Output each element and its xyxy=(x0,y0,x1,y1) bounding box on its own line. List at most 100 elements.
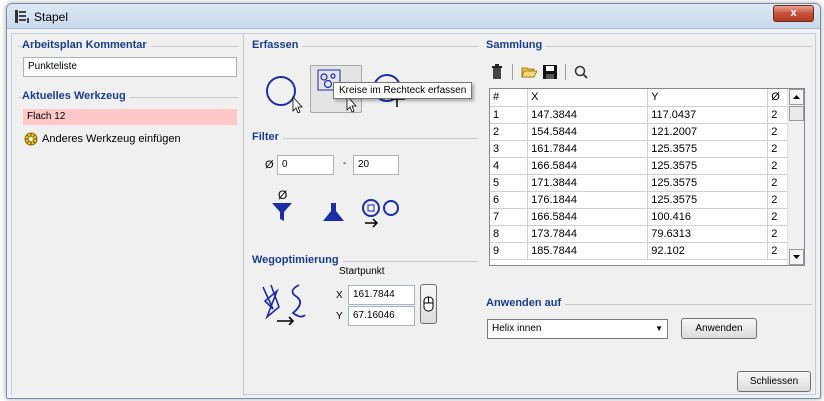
table-scrollbar[interactable] xyxy=(787,89,804,265)
tooltip: Kreise im Rechteck erfassen xyxy=(333,82,473,99)
cell-y[interactable]: 125.3575 xyxy=(647,191,769,209)
points-grid: # X Y Ø 1 147.3844 117.0437 2 2 154.5844 121.… xyxy=(490,89,804,260)
mouse-icon xyxy=(423,296,434,312)
column-header-x[interactable]: X xyxy=(527,89,649,107)
startpunkt-x-input[interactable]: 161.7844 xyxy=(348,285,415,305)
chevron-down-icon: ▼ xyxy=(655,324,663,333)
table-row[interactable]: 2 154.5844 121.2007 2 xyxy=(490,123,804,141)
capture-circle-button[interactable] xyxy=(261,66,305,114)
cell-x[interactable]: 176.1844 xyxy=(527,191,649,209)
range-separator: - xyxy=(343,158,347,169)
cell-y[interactable]: 117.0437 xyxy=(647,106,769,124)
apply-button[interactable]: Anwenden xyxy=(681,318,757,339)
circles-arrow-icon xyxy=(362,199,399,228)
current-tool-field[interactable]: Flach 12 xyxy=(23,109,237,125)
table-row[interactable]: 5 171.3844 125.3575 2 xyxy=(490,174,804,192)
toolbar-separator xyxy=(512,64,513,80)
stapel-window: Stapel x Arbeitsplan Kommentar Punktelis… xyxy=(6,3,821,399)
wegoptimierung-group-title: Wegoptimierung xyxy=(252,254,343,266)
scroll-down-button[interactable] xyxy=(789,249,804,265)
duplicate-filter-button[interactable] xyxy=(358,194,406,230)
title-bar: Stapel x xyxy=(7,4,820,29)
trash-icon[interactable] xyxy=(490,64,504,80)
anwenden-group-title: Anwenden auf xyxy=(486,297,566,309)
column-header-y[interactable]: Y xyxy=(647,89,769,107)
cell-y[interactable]: 125.3575 xyxy=(647,140,769,158)
cell-y[interactable]: 125.3575 xyxy=(647,174,769,192)
filter-group-title: Filter xyxy=(252,131,283,143)
table-row[interactable]: 8 173.7844 79.6313 2 xyxy=(490,225,804,243)
row-index: 4 xyxy=(490,157,529,175)
row-index: 8 xyxy=(490,225,529,243)
svg-text:Ø: Ø xyxy=(278,189,287,202)
cell-x[interactable]: 166.5844 xyxy=(527,157,649,175)
table-row[interactable]: 6 176.1844 125.3575 2 xyxy=(490,191,804,209)
search-icon[interactable] xyxy=(574,65,588,79)
insert-tool-label: Anderes Werkzeug einfügen xyxy=(42,133,181,145)
row-index: 7 xyxy=(490,208,529,226)
path-optimize-icon xyxy=(262,284,306,326)
points-table[interactable]: # X Y Ø 1 147.3844 117.0437 2 2 154.5844 121.… xyxy=(489,88,805,266)
table-header-row: # X Y Ø xyxy=(490,89,804,107)
funnel-icon xyxy=(323,203,344,221)
cell-x[interactable]: 147.3844 xyxy=(527,106,649,124)
funnel-filter-button[interactable] xyxy=(320,198,346,224)
row-index: 6 xyxy=(490,191,529,209)
cell-y[interactable]: 121.2007 xyxy=(647,123,769,141)
divider xyxy=(252,138,478,139)
cell-y[interactable]: 125.3575 xyxy=(647,157,769,175)
insert-tool-link[interactable]: Anderes Werkzeug einfügen xyxy=(24,131,181,147)
y-label: Y xyxy=(336,311,343,322)
circle-capture-icon xyxy=(266,76,303,114)
window-title: Stapel xyxy=(34,10,69,24)
startpunkt-label: Startpunkt xyxy=(339,266,385,277)
table-row[interactable]: 1 147.3844 117.0437 2 xyxy=(490,106,804,124)
kommentar-group-title: Arbeitsplan Kommentar xyxy=(22,39,151,51)
pick-startpoint-button[interactable] xyxy=(420,284,437,324)
close-window-button[interactable]: x xyxy=(773,5,814,22)
row-index: 3 xyxy=(490,140,529,158)
row-index: 9 xyxy=(490,242,529,260)
diameter-funnel-icon: Ø xyxy=(272,188,292,221)
cell-x[interactable]: 154.5844 xyxy=(527,123,649,141)
save-icon[interactable] xyxy=(543,65,557,79)
row-index: 1 xyxy=(490,106,529,124)
sammlung-group-title: Sammlung xyxy=(486,39,547,51)
cell-x[interactable]: 185.7844 xyxy=(527,242,649,260)
table-row[interactable]: 7 166.5844 100.416 2 xyxy=(490,208,804,226)
werkzeug-group-title: Aktuelles Werkzeug xyxy=(22,90,130,102)
diameter-label: Ø xyxy=(265,159,274,171)
cell-x[interactable]: 171.3844 xyxy=(527,174,649,192)
column-header-index[interactable]: # xyxy=(490,89,529,107)
diameter-filter-button[interactable]: Ø xyxy=(268,188,296,224)
apply-target-value: Helix innen xyxy=(492,323,542,334)
table-row[interactable]: 3 161.7844 125.3575 2 xyxy=(490,140,804,158)
cell-y[interactable]: 92.102 xyxy=(647,242,769,260)
close-button[interactable]: Schliessen xyxy=(737,371,811,392)
cell-y[interactable]: 100.416 xyxy=(647,208,769,226)
row-index: 5 xyxy=(490,174,529,192)
kommentar-input[interactable]: Punkteliste xyxy=(23,57,237,77)
app-icon xyxy=(15,10,29,23)
x-label: X xyxy=(336,290,343,301)
scroll-thumb[interactable] xyxy=(789,106,804,121)
filter-min-input[interactable]: 0 xyxy=(277,155,334,175)
startpunkt-y-input[interactable]: 67.16046 xyxy=(348,306,415,326)
scroll-up-button[interactable] xyxy=(789,89,804,105)
table-row[interactable]: 9 185.7844 92.102 2 xyxy=(490,242,804,260)
cell-x[interactable]: 166.5844 xyxy=(527,208,649,226)
open-folder-icon[interactable] xyxy=(521,65,537,79)
toolbar-separator xyxy=(565,64,566,80)
apply-target-select[interactable]: Helix innen ▼ xyxy=(487,319,668,339)
erfassen-group-title: Erfassen xyxy=(252,39,303,51)
path-optimize-button[interactable] xyxy=(256,278,316,326)
left-panel: Arbeitsplan Kommentar Punkteliste Aktuel… xyxy=(12,34,244,396)
filter-max-input[interactable]: 20 xyxy=(353,155,399,175)
sammlung-toolbar xyxy=(490,62,588,82)
cell-x[interactable]: 173.7844 xyxy=(527,225,649,243)
arrow-down-icon xyxy=(793,255,800,259)
cell-x[interactable]: 161.7844 xyxy=(527,140,649,158)
table-row[interactable]: 4 166.5844 125.3575 2 xyxy=(490,157,804,175)
tool-insert-icon xyxy=(24,132,38,146)
cell-y[interactable]: 79.6313 xyxy=(647,225,769,243)
